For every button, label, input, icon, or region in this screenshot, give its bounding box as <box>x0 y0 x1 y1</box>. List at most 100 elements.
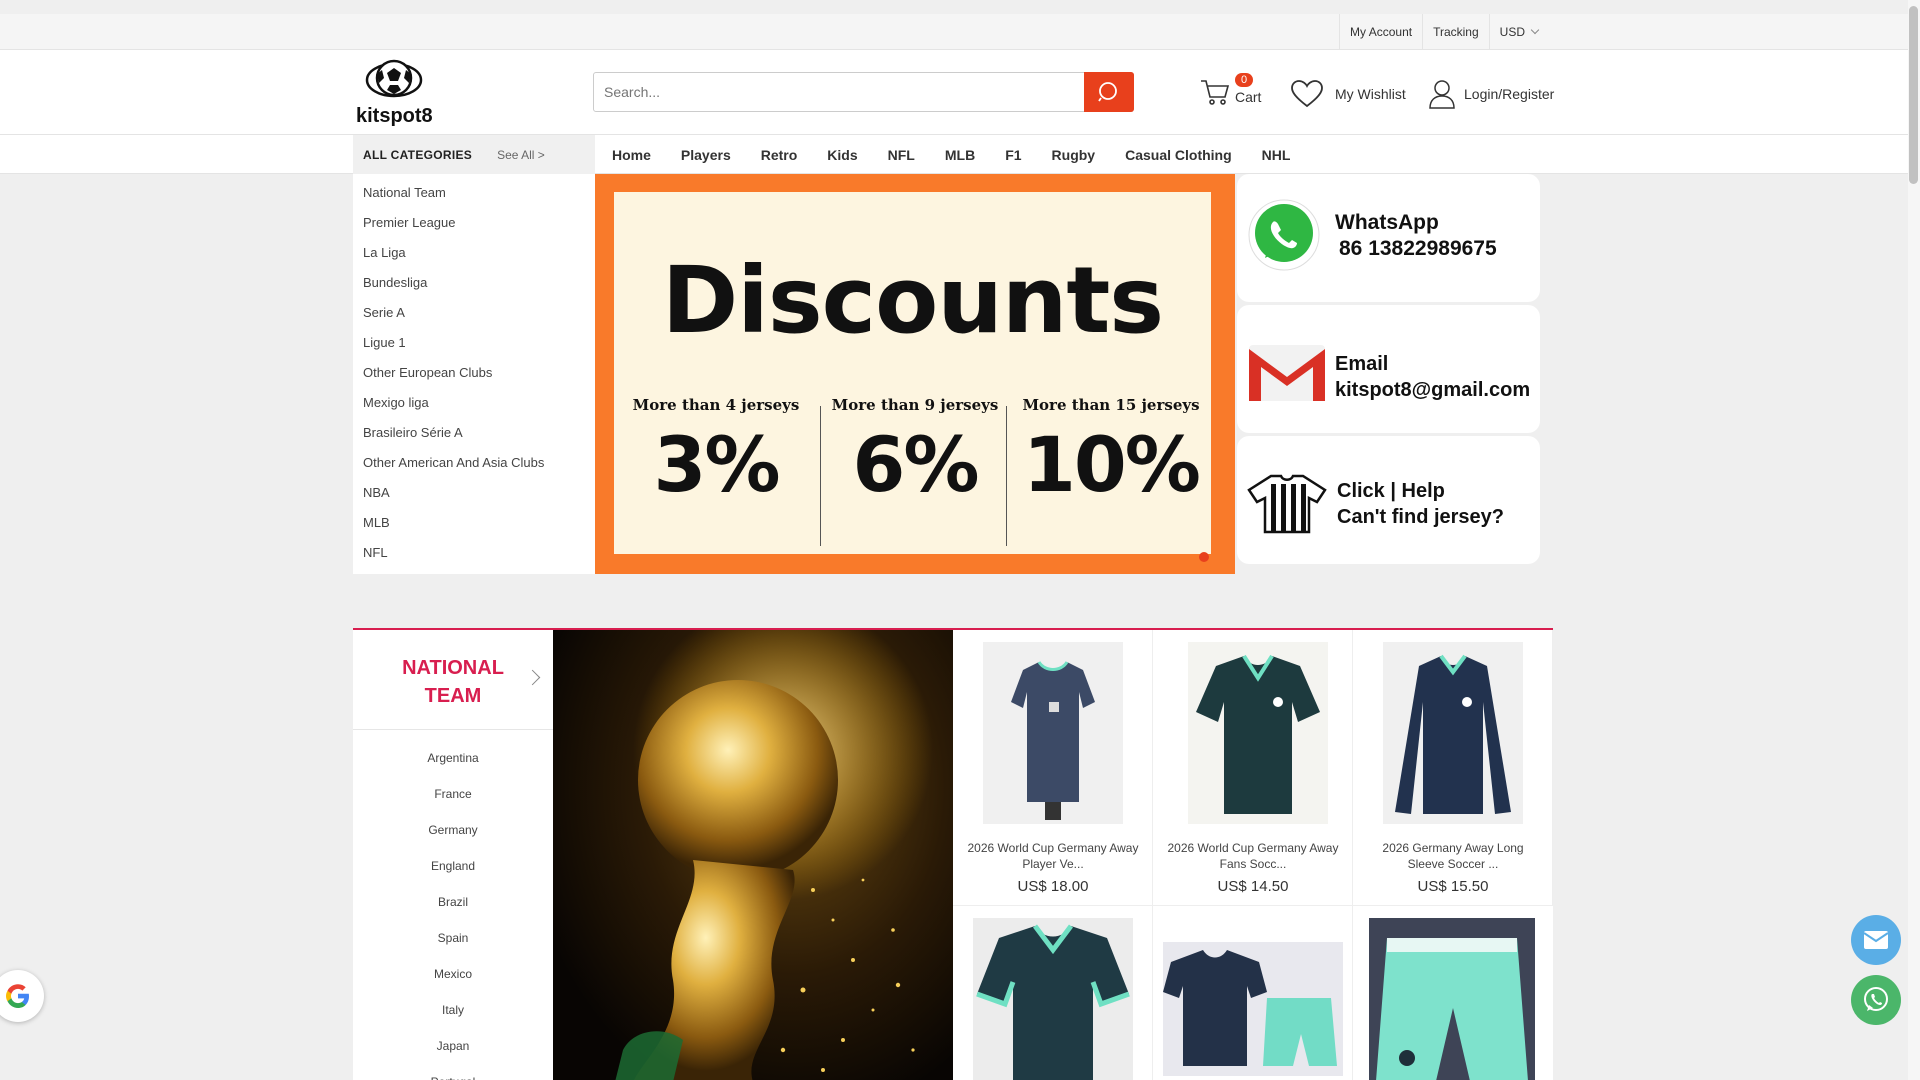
category-item[interactable]: National Team <box>353 178 595 208</box>
team-link[interactable]: Mexico <box>353 956 553 992</box>
nav-mlb[interactable]: MLB <box>945 147 975 163</box>
whatsapp-icon <box>1248 199 1320 271</box>
team-link[interactable]: Spain <box>353 920 553 956</box>
wishlist-label: My Wishlist <box>1335 86 1406 102</box>
category-item[interactable]: Other European Clubs <box>353 358 595 388</box>
team-link[interactable]: Italy <box>353 992 553 1028</box>
envelope-icon <box>1863 931 1889 949</box>
team-link[interactable]: Brazil <box>353 884 553 920</box>
carousel-dot[interactable] <box>1199 552 1209 562</box>
nav-rugby[interactable]: Rugby <box>1052 147 1096 163</box>
banner-panel: Discounts More than 4 jerseys 3% More th… <box>614 192 1211 554</box>
whatsapp-card[interactable]: WhatsApp 86 13822989675 <box>1237 174 1540 302</box>
see-all-link[interactable]: See All > <box>497 148 545 162</box>
all-categories-header: ALL CATEGORIES See All > <box>353 135 595 175</box>
category-item[interactable]: NBA <box>353 478 595 508</box>
striped-jersey-icon <box>1247 474 1327 534</box>
banner-title: Discounts <box>661 247 1164 354</box>
email-address: kitspot8@gmail.com <box>1335 379 1531 401</box>
category-item[interactable]: Premier League <box>353 208 595 238</box>
product-image <box>1383 642 1523 824</box>
product-image <box>1188 642 1328 824</box>
national-team-section: NATIONAL TEAM Argentina France Germany E… <box>353 628 1553 1080</box>
wishlist-link[interactable]: My Wishlist <box>1291 78 1406 110</box>
tier-divider <box>1006 406 1007 546</box>
product-name: 2026 Germany Away Long Sleeve Soccer ... <box>1382 841 1524 871</box>
product-price: US$ 15.50 <box>1417 878 1489 895</box>
currency-select[interactable]: USD <box>1488 14 1548 50</box>
team-link[interactable]: Japan <box>353 1028 553 1064</box>
team-link[interactable]: Portugal <box>353 1064 553 1080</box>
team-list: Argentina France Germany England Brazil … <box>353 740 553 1080</box>
section-title-line-2: TEAM <box>424 685 482 707</box>
cart-label: Cart <box>1235 89 1262 105</box>
site-logo[interactable]: kitspot8 <box>355 56 435 128</box>
tier-label: More than 4 jerseys <box>632 396 800 414</box>
top-links: My Account Tracking USD <box>1339 14 1548 50</box>
trophy-illustration <box>615 630 933 1080</box>
nav-nfl[interactable]: NFL <box>888 147 915 163</box>
team-link[interactable]: Germany <box>353 812 553 848</box>
product-card[interactable] <box>953 906 1153 1080</box>
category-item[interactable]: Bundesliga <box>353 268 595 298</box>
category-item[interactable]: Other American And Asia Clubs <box>353 448 595 478</box>
cart-icon <box>1201 80 1230 105</box>
help-line-2: Can't find jersey? <box>1337 506 1505 528</box>
cart-button[interactable]: 0 Cart <box>1199 72 1269 112</box>
category-item[interactable]: La Liga <box>353 238 595 268</box>
site-header: kitspot8 0 Cart My Wishlist Login/Reg <box>0 50 1908 134</box>
search-input[interactable] <box>594 73 1074 111</box>
team-link[interactable]: Argentina <box>353 740 553 776</box>
nav-casual-clothing[interactable]: Casual Clothing <box>1125 147 1232 163</box>
tracking-link[interactable]: Tracking <box>1422 14 1489 50</box>
product-card[interactable]: 2026 World Cup Germany Away Fans Socc...… <box>1153 630 1353 906</box>
gmail-icon <box>1249 345 1325 401</box>
team-link[interactable]: France <box>353 776 553 812</box>
tier-label: More than 15 jerseys <box>1022 396 1200 414</box>
product-card[interactable]: 2026 Germany Away Long Sleeve Soccer ...… <box>1353 630 1553 906</box>
nav-nhl[interactable]: NHL <box>1262 147 1291 163</box>
help-card[interactable]: Click | Help Can't find jersey? <box>1237 436 1540 564</box>
nav-players[interactable]: Players <box>681 147 731 163</box>
cart-count-badge: 0 <box>1235 73 1254 87</box>
tier-value: 10% <box>1023 420 1201 509</box>
nav-kids[interactable]: Kids <box>827 147 857 163</box>
email-card[interactable]: Email kitspot8@gmail.com <box>1237 305 1540 433</box>
login-register-link[interactable]: Login/Register <box>1428 78 1554 110</box>
section-title-line-1: NATIONAL <box>402 657 504 679</box>
my-account-link[interactable]: My Account <box>1339 14 1422 50</box>
category-item[interactable]: Mexigo liga <box>353 388 595 418</box>
world-cup-trophy-image[interactable] <box>553 630 953 1080</box>
product-card[interactable] <box>1153 906 1353 1080</box>
product-card[interactable] <box>1353 906 1553 1080</box>
whatsapp-float-button[interactable] <box>1851 975 1901 1025</box>
search-box <box>593 72 1134 112</box>
nav-home[interactable]: Home <box>612 147 651 163</box>
category-item[interactable]: Ligue 1 <box>353 328 595 358</box>
team-link[interactable]: England <box>353 848 553 884</box>
whatsapp-number: 86 13822989675 <box>1339 237 1497 260</box>
section-title[interactable]: NATIONAL TEAM <box>353 654 553 710</box>
discount-banner[interactable]: Discounts More than 4 jerseys 3% More th… <box>595 174 1235 574</box>
category-item[interactable]: Brasileiro Série A <box>353 418 595 448</box>
search-button[interactable] <box>1084 72 1134 112</box>
nav-f1[interactable]: F1 <box>1005 147 1021 163</box>
search-icon <box>1098 82 1117 102</box>
discount-tier: More than 4 jerseys 3% <box>621 396 811 509</box>
nav-retro[interactable]: Retro <box>761 147 798 163</box>
whatsapp-icon <box>1864 987 1888 1011</box>
category-item[interactable]: MLB <box>353 508 595 538</box>
product-name: 2026 World Cup Germany Away Fans Socc... <box>1167 841 1339 871</box>
tier-value: 6% <box>852 420 979 509</box>
email-float-button[interactable] <box>1851 915 1901 965</box>
brand-name: kitspot8 <box>356 105 433 127</box>
scrollbar-thumb[interactable] <box>1909 6 1918 184</box>
google-translate-button[interactable] <box>0 970 44 1022</box>
category-item[interactable]: Serie A <box>353 298 595 328</box>
section-sidebar: NATIONAL TEAM Argentina France Germany E… <box>353 630 553 1080</box>
tier-label: More than 9 jerseys <box>831 396 999 414</box>
product-price: US$ 14.50 <box>1217 878 1289 895</box>
category-item[interactable]: NFL <box>353 538 595 568</box>
product-card[interactable]: 2026 World Cup Germany Away Player Ve...… <box>953 630 1153 906</box>
discount-tier: More than 15 jerseys 10% <box>1016 396 1206 509</box>
